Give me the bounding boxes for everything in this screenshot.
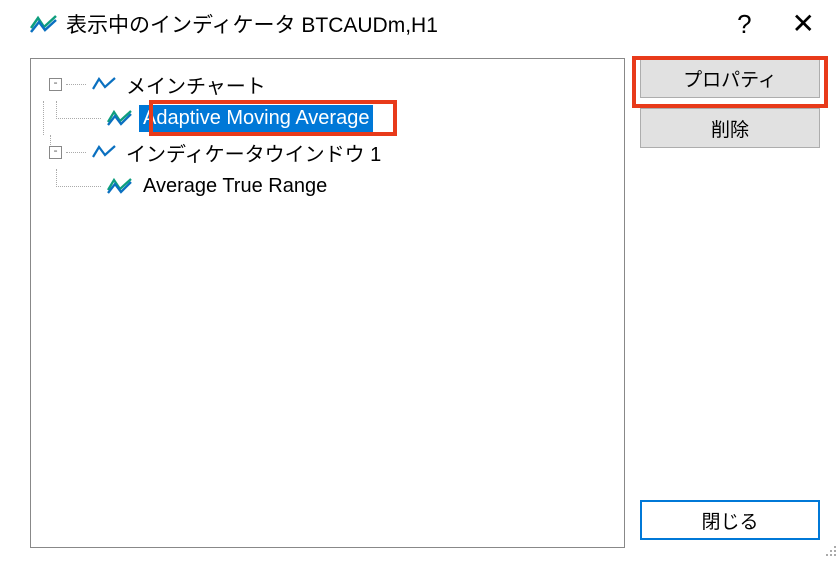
tree-node-atr[interactable]: Average True Range bbox=[39, 169, 616, 203]
tree-node-adaptive-ma[interactable]: Adaptive Moving Average bbox=[39, 101, 616, 135]
delete-button[interactable]: 削除 bbox=[640, 108, 820, 148]
properties-button[interactable]: プロパティ bbox=[640, 58, 820, 98]
collapse-icon[interactable]: - bbox=[49, 146, 62, 159]
indicator-icon bbox=[107, 109, 133, 127]
app-icon bbox=[30, 14, 58, 34]
indicator-tree: - メインチャート Adaptive bbox=[30, 58, 625, 548]
close-icon[interactable]: ✕ bbox=[792, 10, 815, 38]
close-button[interactable]: 閉じる bbox=[640, 500, 820, 540]
tree-node-main-chart[interactable]: - メインチャート bbox=[39, 67, 616, 101]
help-button[interactable]: ? bbox=[737, 9, 751, 40]
tree-label: メインチャート bbox=[122, 68, 270, 101]
tree-label-selected: Adaptive Moving Average bbox=[139, 105, 373, 132]
chart-icon bbox=[92, 76, 116, 92]
tree-label: インディケータウインドウ 1 bbox=[122, 136, 385, 169]
collapse-icon[interactable]: - bbox=[49, 78, 62, 91]
title-bar: 表示中のインディケータ BTCAUDm,H1 ? ✕ bbox=[0, 0, 840, 48]
tree-node-indicator-window[interactable]: - インディケータウインドウ 1 bbox=[39, 135, 616, 169]
indicator-icon bbox=[107, 177, 133, 195]
tree-label: Average True Range bbox=[139, 173, 331, 200]
window-title: 表示中のインディケータ BTCAUDm,H1 bbox=[66, 9, 737, 39]
chart-icon bbox=[92, 144, 116, 160]
resize-grip[interactable] bbox=[822, 542, 836, 556]
